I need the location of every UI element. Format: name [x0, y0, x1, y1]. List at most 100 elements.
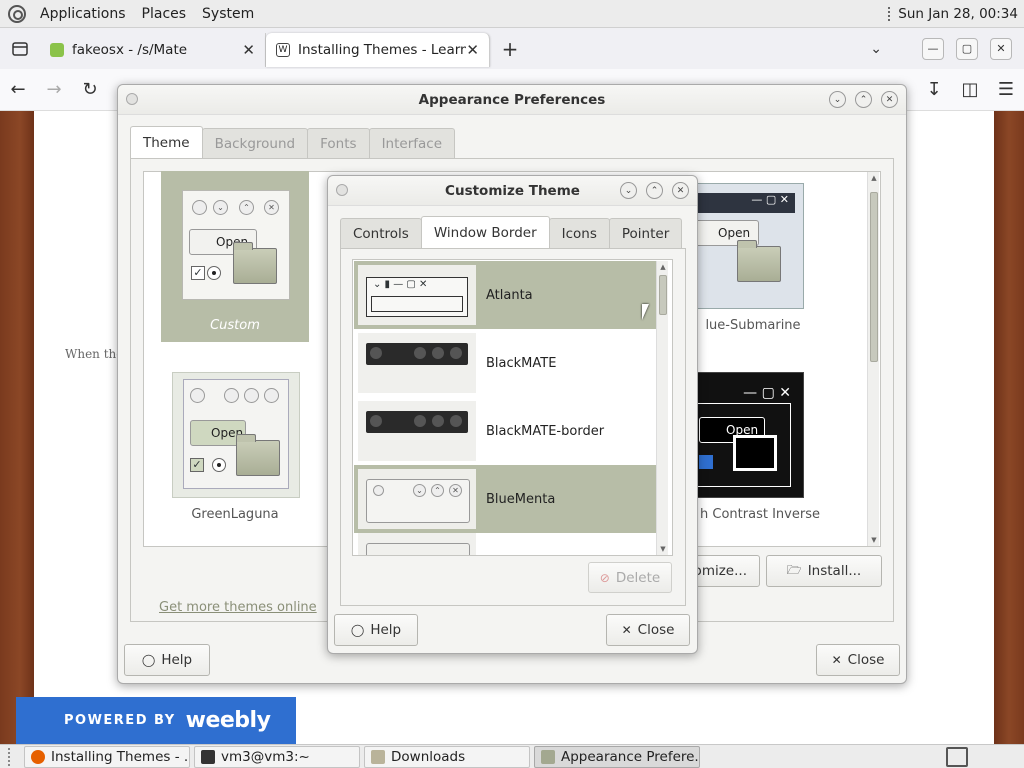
taskbar-item-firefox[interactable]: Installing Themes - ... — [24, 745, 190, 768]
taskbar-item-label: Downloads — [391, 748, 466, 765]
theme-name-high-contrast-inverse: h Contrast Inverse — [700, 507, 820, 522]
customize-button[interactable]: tomize... — [688, 555, 760, 587]
powered-by-label: POWERED BY — [64, 713, 176, 728]
close-label: Close — [637, 622, 675, 638]
close-tab-icon[interactable]: ✕ — [242, 41, 255, 59]
border-row-partial[interactable] — [354, 533, 656, 555]
thumb-titlebar: — ▢ ✕ — [743, 385, 791, 401]
help-lifebuoy-icon: ◯ — [350, 623, 365, 637]
tab-controls[interactable]: Controls — [340, 218, 422, 248]
window-menu-icon[interactable] — [336, 184, 348, 196]
list-all-tabs-chevron-icon[interactable]: ⌄ — [870, 41, 882, 57]
border-name: BlackMATE — [486, 355, 557, 371]
border-row-bluementa[interactable]: ⌄ ⌃ ✕ BlueMenta — [354, 465, 656, 533]
delete-button[interactable]: ⊘ Delete — [588, 562, 672, 593]
weebly-footer-badge[interactable]: POWERED BY weebly — [16, 697, 296, 744]
preview-controls — [432, 415, 444, 427]
close-icon[interactable]: ✕ — [672, 182, 689, 199]
tab-background[interactable]: Background — [201, 128, 309, 158]
customize-help-button[interactable]: ◯ Help — [334, 614, 418, 646]
maximize-icon[interactable]: ⌃ — [646, 182, 663, 199]
delete-label: Delete — [615, 569, 661, 586]
appearance-icon — [541, 749, 555, 764]
tab-pointer[interactable]: Pointer — [608, 218, 683, 248]
window-menu-icon[interactable] — [126, 93, 138, 105]
firefox-icon — [31, 749, 45, 764]
border-row-atlanta[interactable]: ⌄ ▮ — ▢ ✕ Atlanta — [354, 261, 656, 329]
show-desktop-icon[interactable] — [946, 746, 968, 767]
menu-applications[interactable]: Applications — [32, 6, 134, 22]
minimize-window-button[interactable]: — — [922, 37, 944, 60]
close-x-icon: ✕ — [621, 623, 632, 637]
close-tab-icon[interactable]: ✕ — [466, 41, 479, 59]
scroll-down-icon[interactable]: ▼ — [868, 536, 880, 544]
tab-window-border[interactable]: Window Border — [420, 216, 550, 248]
browser-tabbar: fakeosx - /s/Mate ✕ W Installing Themes … — [0, 28, 1024, 69]
theme-thumbnail: ⌄ ⌃ ✕ Open ✓ — [182, 190, 290, 300]
delete-icon: ⊘ — [599, 570, 610, 585]
minimize-icon[interactable]: ⌄ — [829, 91, 846, 108]
mate-logo-icon[interactable] — [8, 4, 26, 23]
extensions-icon[interactable]: ◫ — [952, 79, 988, 100]
border-row-blackmate[interactable]: BlackMATE — [354, 329, 656, 397]
border-list-scrollbar[interactable]: ▲ ▼ — [656, 261, 668, 555]
terminal-icon — [201, 749, 215, 764]
clock[interactable]: Sun Jan 28, 00:34 — [888, 6, 1018, 22]
customize-tabs: Controls Window Border Icons Pointer — [340, 216, 683, 248]
preview-controls — [432, 347, 444, 359]
appearance-help-button[interactable]: ◯ Help — [124, 644, 210, 676]
maximize-icon[interactable]: ⌃ — [855, 91, 872, 108]
tab-favicon-icon — [50, 42, 64, 57]
preview-body — [371, 296, 463, 312]
appearance-tabs: Theme Background Fonts Interface — [130, 126, 456, 158]
tab-overview-button[interactable] — [0, 28, 40, 69]
border-row-blackmate-border[interactable]: BlackMATE-border — [354, 397, 656, 465]
customize-close-button[interactable]: ✕ Close — [606, 614, 690, 646]
browser-tab-fakeosx[interactable]: fakeosx - /s/Mate ✕ — [40, 32, 266, 67]
thumb-titlebar: — ▢ ✕ — [687, 193, 795, 213]
scroll-thumb[interactable] — [870, 192, 878, 362]
appearance-close-button[interactable]: ✕ Close — [816, 644, 900, 676]
tab-icons[interactable]: Icons — [548, 218, 610, 248]
tab-fonts[interactable]: Fonts — [307, 128, 370, 158]
new-tab-button[interactable]: + — [490, 37, 530, 61]
minimize-icon[interactable]: ⌄ — [620, 182, 637, 199]
help-label: Help — [370, 622, 402, 638]
maximize-window-button[interactable]: ▢ — [956, 37, 978, 60]
border-name: BlackMATE-border — [486, 423, 605, 439]
taskbar-item-terminal[interactable]: vm3@vm3:~ — [194, 745, 360, 768]
folder-icon — [733, 435, 777, 471]
browser-tab-installing-themes[interactable]: W Installing Themes - Learn Ub ✕ — [266, 32, 490, 67]
tab-interface[interactable]: Interface — [368, 128, 456, 158]
close-icon[interactable]: ✕ — [881, 91, 898, 108]
install-button[interactable]: 🗁 Install... — [766, 555, 882, 587]
thumb-inner: Open ✓ — [183, 379, 289, 489]
scroll-thumb[interactable] — [659, 275, 667, 315]
preview-minimize-icon: ⌄ — [413, 484, 426, 497]
close-label: Close — [847, 652, 885, 668]
menu-places[interactable]: Places — [134, 6, 195, 22]
theme-list-scrollbar[interactable]: ▲ ▼ — [867, 172, 879, 546]
menu-system[interactable]: System — [194, 6, 262, 22]
back-arrow-icon[interactable]: ← — [0, 79, 36, 100]
preview-frame: ⌄ ⌃ ✕ — [366, 479, 470, 523]
preview-maximize-icon: ⌃ — [431, 484, 444, 497]
taskbar-item-downloads[interactable]: Downloads — [364, 745, 530, 768]
clock-text: Sun Jan 28, 00:34 — [898, 5, 1018, 22]
theme-thumbnail: Open ✓ — [172, 372, 300, 498]
hamburger-menu-icon[interactable]: ☰ — [988, 79, 1024, 100]
customize-titlebar[interactable]: Customize Theme ⌄ ⌃ ✕ — [328, 176, 697, 206]
forward-arrow-icon[interactable]: → — [36, 79, 72, 100]
preview-frame — [366, 411, 468, 433]
reload-icon[interactable]: ↻ — [72, 79, 108, 100]
browser-tab-title: fakeosx - /s/Mate — [72, 41, 188, 58]
close-window-button[interactable]: ✕ — [990, 37, 1012, 60]
scroll-up-icon[interactable]: ▲ — [657, 263, 669, 271]
get-more-themes-link[interactable]: Get more themes online — [159, 600, 317, 615]
download-icon[interactable]: ↧ — [916, 79, 952, 100]
scroll-down-icon[interactable]: ▼ — [657, 545, 669, 553]
taskbar-item-appearance[interactable]: Appearance Prefere... — [534, 745, 700, 768]
appearance-titlebar[interactable]: Appearance Preferences ⌄ ⌃ ✕ — [118, 85, 906, 115]
scroll-up-icon[interactable]: ▲ — [868, 174, 880, 182]
tab-theme[interactable]: Theme — [130, 126, 203, 158]
